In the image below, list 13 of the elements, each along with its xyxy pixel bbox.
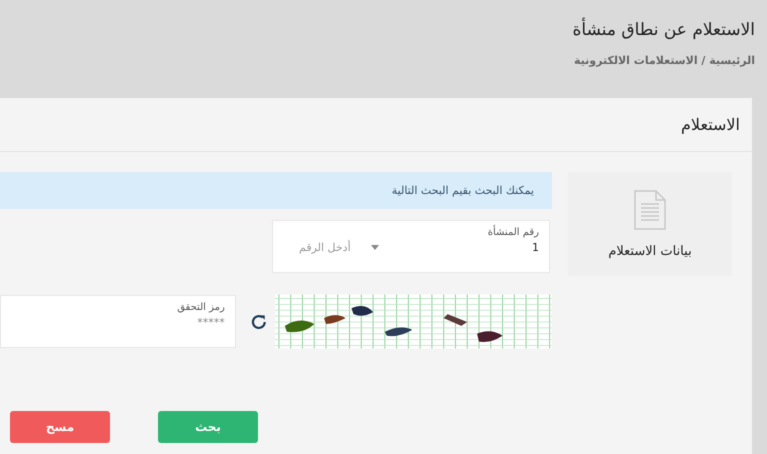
sidebar-tab[interactable]: بيانات الاستعلام: [568, 172, 732, 276]
page-title: الاستعلام عن نطاق منشأة: [572, 20, 755, 40]
document-icon: [634, 190, 666, 230]
card-title: الاستعلام: [681, 115, 740, 134]
field-label: رمز التحقق: [176, 302, 225, 313]
refresh-icon[interactable]: [250, 312, 268, 330]
caret-icon: [370, 245, 379, 250]
placeholder-text: أدخل الرقم: [299, 241, 351, 254]
captcha-input[interactable]: *****: [24, 316, 225, 329]
info-alert: يمكنك البحث بقيم البحث التالية: [0, 172, 552, 209]
facility-number-input[interactable]: 1: [459, 241, 539, 254]
breadcrumb: الرئيسية / الاستعلامات الالكترونية: [574, 54, 755, 67]
field-label: رقم المنشأة: [283, 227, 539, 238]
